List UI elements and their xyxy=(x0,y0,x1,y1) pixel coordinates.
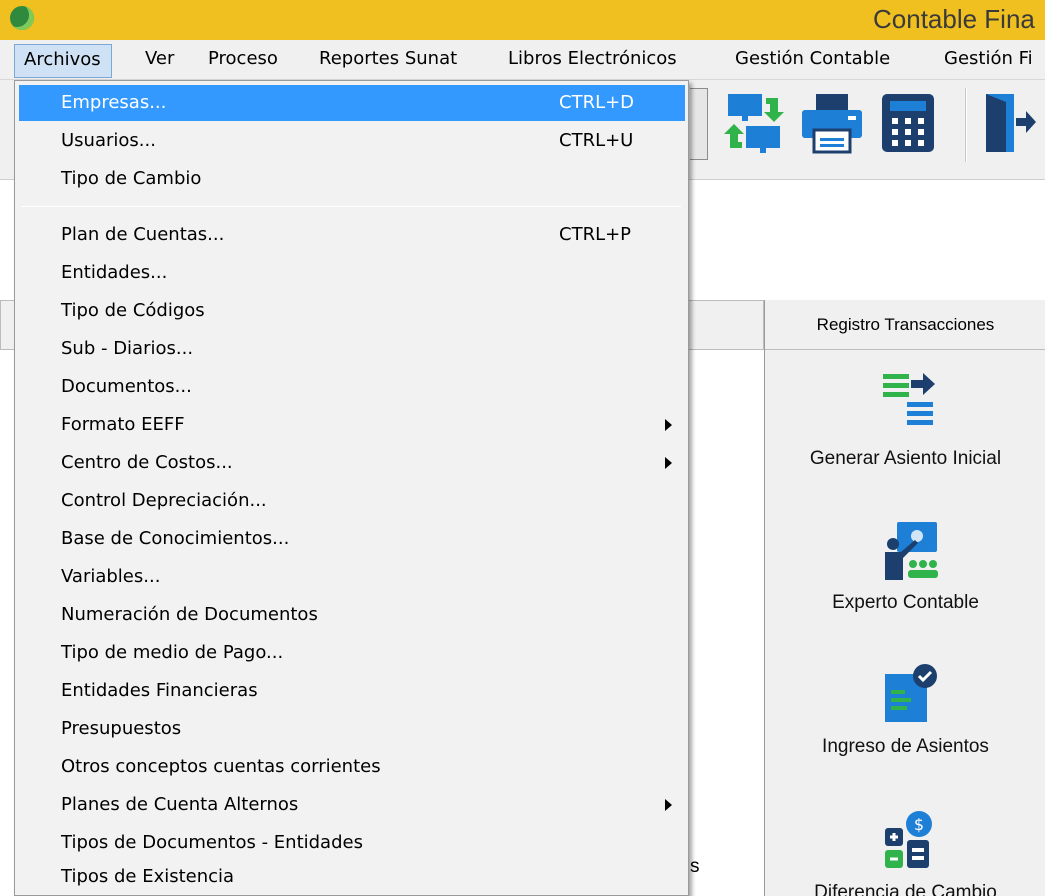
action-ingreso-de-asientos[interactable]: Ingreso de Asientos xyxy=(765,736,1045,758)
calculator-icon[interactable] xyxy=(878,92,942,159)
left-panel-partial-text: s xyxy=(690,856,700,877)
menu-item-tipo-de-codigos[interactable]: Tipo de Códigos xyxy=(19,293,685,329)
menu-item-planes-de-cuenta-alternos[interactable]: Planes de Cuenta Alternos xyxy=(19,787,685,823)
menu-item-centro-de-costos[interactable]: Centro de Costos... xyxy=(19,445,685,481)
menu-item-empresas[interactable]: Empresas... CTRL+D xyxy=(19,85,685,121)
generate-entry-icon[interactable] xyxy=(879,368,943,432)
entries-input-icon[interactable] xyxy=(879,662,943,726)
title-bar: Contable Fina xyxy=(0,0,1045,40)
printer-icon[interactable] xyxy=(800,92,864,159)
window-title: Contable Fina xyxy=(873,4,1035,34)
menu-bar: Archivos Ver Proceso Reportes Sunat Libr… xyxy=(0,40,1045,80)
menu-item-variables[interactable]: Variables... xyxy=(19,559,685,595)
menu-item-entidades[interactable]: Entidades... xyxy=(19,255,685,291)
menu-item-plan-de-cuentas[interactable]: Plan de Cuentas... CTRL+P xyxy=(19,217,685,253)
menu-item-usuarios[interactable]: Usuarios... CTRL+U xyxy=(19,123,685,159)
menu-item-control-depreciacion[interactable]: Control Depreciación... xyxy=(19,483,685,519)
sync-computers-icon[interactable] xyxy=(722,92,786,159)
action-diferencia-de-cambio[interactable]: Diferencia de Cambio xyxy=(765,882,1045,896)
menu-item-base-de-conocimientos[interactable]: Base de Conocimientos... xyxy=(19,521,685,557)
app-logo-icon xyxy=(10,6,34,30)
menu-item-sub-diarios[interactable]: Sub - Diarios... xyxy=(19,331,685,367)
menu-item-presupuestos[interactable]: Presupuestos xyxy=(19,711,685,747)
submenu-arrow-icon xyxy=(665,799,672,811)
menu-item-documentos[interactable]: Documentos... xyxy=(19,369,685,405)
action-generar-asiento-inicial[interactable]: Generar Asiento Inicial xyxy=(765,448,1045,470)
toolbar-field-edge xyxy=(690,88,708,160)
menu-item-numeracion-de-documentos[interactable]: Numeración de Documentos xyxy=(19,597,685,633)
menu-item-formato-eeff[interactable]: Formato EEFF xyxy=(19,407,685,443)
svg-text:$: $ xyxy=(914,815,924,834)
menu-proceso[interactable]: Proceso xyxy=(208,48,278,69)
menu-item-tipo-de-cambio[interactable]: Tipo de Cambio xyxy=(19,161,685,197)
menu-libros-electronicos[interactable]: Libros Electrónicos xyxy=(508,48,677,69)
menu-item-otros-conceptos[interactable]: Otros conceptos cuentas corrientes xyxy=(19,749,685,785)
menu-item-tipos-de-existencia[interactable]: Tipos de Existencia xyxy=(19,859,685,895)
menu-item-entidades-financieras[interactable]: Entidades Financieras xyxy=(19,673,685,709)
menu-item-tipo-de-medio-de-pago[interactable]: Tipo de medio de Pago... xyxy=(19,635,685,671)
registro-transacciones-panel: Registro Transacciones Generar Asiento I… xyxy=(764,300,1045,896)
menu-separator xyxy=(21,206,681,207)
menu-item-tipos-de-documentos-entidades[interactable]: Tipos de Documentos - Entidades xyxy=(19,825,685,861)
accounting-expert-icon[interactable] xyxy=(879,518,943,582)
menu-ver[interactable]: Ver xyxy=(145,48,174,69)
toolbar-separator xyxy=(965,88,967,162)
panel-header: Registro Transacciones xyxy=(765,300,1045,350)
submenu-arrow-icon xyxy=(665,457,672,469)
menu-gestion-contable[interactable]: Gestión Contable xyxy=(735,48,890,69)
submenu-arrow-icon xyxy=(665,419,672,431)
exit-door-icon[interactable] xyxy=(984,92,1040,159)
archivos-dropdown-menu: Empresas... CTRL+D Usuarios... CTRL+U Ti… xyxy=(14,80,689,896)
action-experto-contable[interactable]: Experto Contable xyxy=(765,592,1045,614)
menu-archivos[interactable]: Archivos xyxy=(14,44,112,78)
menu-reportes-sunat[interactable]: Reportes Sunat xyxy=(319,48,457,69)
menu-gestion-financiera[interactable]: Gestión Fi xyxy=(944,48,1033,69)
exchange-difference-icon[interactable]: $ xyxy=(879,808,943,876)
